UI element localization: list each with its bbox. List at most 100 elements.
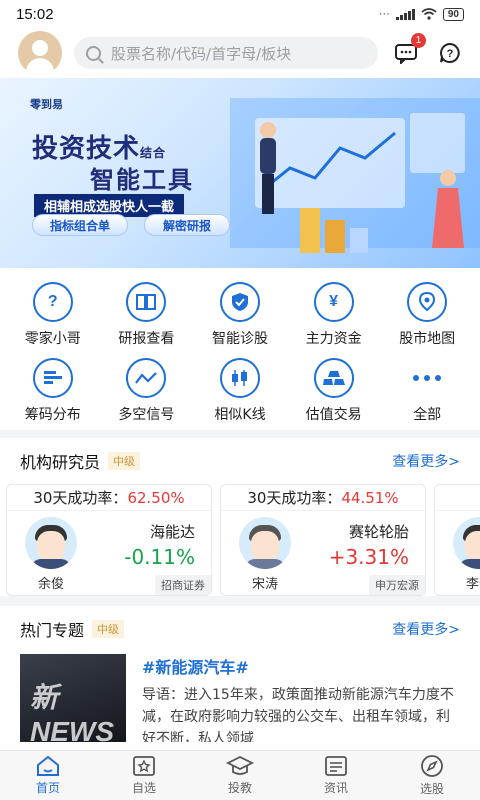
tab-watchlist[interactable]: 自选 — [96, 751, 192, 800]
section-title: 机构研究员 中级 — [20, 449, 141, 473]
grid-label: 筹码分布 — [24, 407, 81, 423]
avatar — [25, 517, 77, 569]
dots-icon: ··· — [378, 8, 390, 20]
message-badge: 1 — [411, 33, 426, 48]
section-divider — [0, 430, 480, 438]
yen-icon: ¥ — [313, 282, 354, 322]
grid-item-long-short[interactable]: 多空信号 — [100, 358, 194, 424]
banner-illustration — [230, 98, 480, 253]
topics-more-link[interactable]: 查看更多> — [392, 619, 460, 639]
stock-name: 赛轮轮胎 — [348, 523, 409, 541]
grid-item-reports[interactable]: 研报查看 — [100, 282, 194, 348]
topics-header: 热门专题 中级 查看更多> — [0, 606, 480, 652]
help-button[interactable]: ? — [434, 37, 466, 69]
question-bubble-icon: ? — [32, 282, 73, 322]
graduation-cap-icon — [226, 755, 254, 775]
battery-icon: 90 — [442, 7, 464, 21]
feature-grid: ? 零家小哥 研报查看 智能诊股 ¥ 主力资金 股市地图 筹码分布 多空信号 相… — [0, 268, 480, 430]
star-icon — [133, 756, 155, 776]
section-divider — [0, 596, 480, 606]
status-time: 15:02 — [16, 5, 54, 23]
compass-icon — [421, 755, 443, 777]
grid-label: 多空信号 — [118, 407, 175, 423]
researcher-card[interactable]: 30天成功率：62.50% 余俊 海能达 -0.11% 招商证券 — [6, 484, 212, 596]
status-bar: 15:02 ··· 90 — [0, 0, 480, 28]
success-rate: 30天成功率：44.51% — [221, 485, 425, 511]
rate-value: 44.51% — [341, 489, 399, 507]
broker-badge: 申万宏源 — [369, 575, 425, 595]
search-icon — [86, 45, 101, 61]
topic-body: #新能源汽车# 导语：进入15年来，政策面推动新能源汽车力度不减，在政府影响力较… — [142, 654, 460, 742]
rate-label: 30天成功率： — [33, 489, 128, 507]
researcher-name: 李佳 — [465, 577, 480, 592]
home-icon — [37, 755, 59, 776]
section-title: 热门专题 中级 — [20, 617, 125, 641]
topic-item[interactable]: 新 NEWS #新能源汽车# 导语：进入15年来，政策面推动新能源汽车力度不减，… — [0, 652, 480, 742]
search-bar[interactable]: 股票名称/代码/首字母/板块 — [74, 37, 378, 69]
avatar — [239, 517, 291, 569]
search-input[interactable]: 股票名称/代码/首字母/板块 — [111, 43, 291, 64]
banner-button-indicator[interactable]: 指标组合单 — [32, 214, 128, 236]
grid-label: 研报查看 — [118, 331, 175, 347]
topic-thumbnail: 新 NEWS — [20, 654, 126, 742]
rate-value: 62.50% — [127, 489, 185, 507]
banner-headline-2: 智能工具 — [90, 166, 194, 194]
topic-description: 导语：进入15年来，政策面推动新能源汽车力度不减，在政府影响力较强的公交车、出租… — [142, 687, 454, 742]
grid-label: 估值交易 — [305, 407, 362, 423]
banner-logo: 零到易 — [30, 98, 63, 111]
researcher-card[interactable]: 30天成功率：44.51% 宋涛 赛轮轮胎 +3.31% 申万宏源 — [220, 484, 426, 596]
grid-item-assistant[interactable]: ? 零家小哥 — [6, 282, 100, 348]
tab-label: 选股 — [419, 782, 444, 796]
tab-label: 首页 — [35, 781, 60, 795]
grid-item-chip-distribution[interactable]: 筹码分布 — [6, 358, 100, 424]
bottom-tab-bar: 首页 自选 投教 资讯 选股 — [0, 750, 480, 800]
grid-label: 智能诊股 — [211, 331, 268, 347]
grid-label: 主力资金 — [305, 331, 362, 347]
grid-label: 全部 — [413, 407, 442, 423]
grid-label: 股市地图 — [399, 331, 456, 347]
banner-button-research[interactable]: 解密研报 — [144, 214, 230, 236]
messages-button[interactable]: 1 — [390, 33, 426, 69]
candlestick-icon — [219, 358, 260, 398]
signal-icon — [126, 358, 167, 398]
tab-education[interactable]: 投教 — [192, 751, 288, 800]
tab-home[interactable]: 首页 — [0, 751, 96, 800]
researcher-card[interactable]: 30天成功率： 李佳 — [434, 484, 480, 596]
topic-title[interactable]: #新能源汽车# — [142, 654, 460, 678]
bar-list-icon — [32, 358, 73, 398]
rate-label: 30天成功率： — [247, 489, 342, 507]
tab-label: 资讯 — [323, 781, 348, 795]
grid-item-diagnose[interactable]: 智能诊股 — [193, 282, 287, 348]
broker-badge: 招商证券 — [155, 575, 211, 595]
researcher-cards: 30天成功率：62.50% 余俊 海能达 -0.11% 招商证券 30天成功率：… — [0, 484, 480, 596]
success-rate: 30天成功率： — [435, 485, 480, 511]
thumbnail-text: 新 NEWS — [30, 682, 114, 742]
researchers-more-link[interactable]: 查看更多> — [392, 451, 460, 471]
grid-item-all[interactable]: 全部 — [380, 358, 474, 424]
tab-stock-picker[interactable]: 选股 — [384, 751, 480, 800]
signal-strength-icon — [395, 8, 415, 20]
level-tag: 中级 — [92, 620, 125, 638]
stock-change: -0.11% — [124, 545, 195, 569]
gold-bars-icon — [313, 358, 354, 398]
promo-banner[interactable]: 零到易 投资技术结合 智能工具 相辅相成选股快人一截 指标组合单 解密研报 — [0, 78, 480, 268]
tab-label: 自选 — [131, 781, 156, 795]
stock-name: 海能达 — [149, 523, 195, 541]
status-icons: ··· 90 — [378, 7, 464, 21]
app-root: 15:02 ··· 90 股票名称/代码/首字母/板块 1 ? 零到易 投资技术… — [0, 0, 480, 800]
grid-item-capital[interactable]: ¥ 主力资金 — [287, 282, 381, 348]
researchers-title: 机构研究员 — [20, 453, 101, 472]
grid-item-market-map[interactable]: 股市地图 — [380, 282, 474, 348]
tab-label: 投教 — [227, 781, 252, 795]
avatar[interactable] — [18, 31, 62, 75]
tab-news[interactable]: 资讯 — [288, 751, 384, 800]
avatar — [453, 517, 480, 569]
wifi-icon — [421, 8, 437, 20]
grid-item-valuation[interactable]: 估值交易 — [287, 358, 381, 424]
researcher-name: 宋涛 — [251, 577, 278, 592]
svg-text:?: ? — [447, 48, 454, 60]
grid-item-similar-k[interactable]: 相似K线 — [193, 358, 287, 424]
book-icon — [126, 282, 167, 322]
topics-title: 热门专题 — [20, 621, 85, 640]
level-tag: 中级 — [108, 452, 141, 470]
